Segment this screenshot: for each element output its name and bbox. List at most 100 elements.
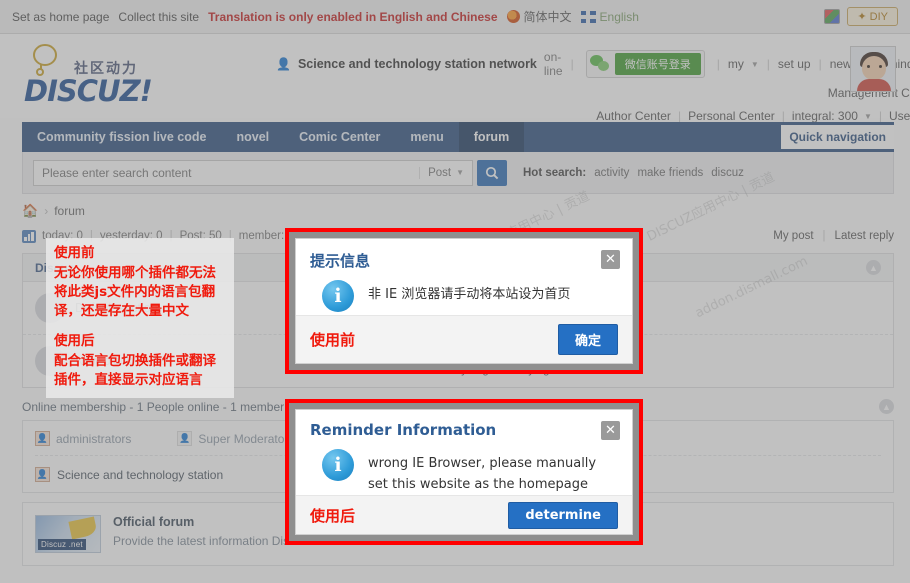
china-flag-icon — [506, 10, 520, 23]
divider: | — [818, 57, 822, 71]
modal-chinese-message: 非 IE 浏览器请手动将本站设为首页 — [368, 287, 571, 302]
language-chinese-option[interactable]: 简体中文 — [506, 8, 572, 25]
modal-english-message: wrong IE Browser, please manually set th… — [368, 456, 597, 493]
wechat-login-button[interactable]: 微信账号登录 — [585, 50, 705, 78]
header-link-my[interactable]: my — [728, 57, 744, 71]
chevron-down-icon: ▼ — [750, 59, 759, 69]
modal-chinese-footer: 使用前 确定 — [296, 315, 632, 363]
user-icon: 👤 — [276, 57, 291, 71]
search-type-label: Post — [428, 166, 452, 179]
modal-chinese-inner: 提示信息 ✕ i 非 IE 浏览器请手动将本站设为首页 使用前 确定 — [295, 238, 633, 364]
breadcrumb: 🏠 › forum — [22, 203, 894, 219]
nav-item-comic-center[interactable]: Comic Center — [284, 122, 395, 152]
main-navigation: Community fission live code novel Comic … — [22, 122, 894, 152]
header-right: 👤 Science and technology station network… — [262, 42, 910, 123]
modal-english-body: i wrong IE Browser, please manually set … — [296, 440, 632, 495]
wechat-login-label: 微信账号登录 — [614, 53, 701, 75]
color-palette-icon[interactable] — [824, 9, 841, 24]
official-forum-title[interactable]: Official forum — [113, 515, 289, 529]
official-forum-text: Official forum Provide the latest inform… — [113, 515, 289, 553]
my-post-link[interactable]: My post — [773, 230, 813, 242]
annotation-before-heading: 使用前 — [54, 245, 95, 261]
confirm-button[interactable]: 确定 — [557, 324, 618, 355]
collapse-icon[interactable]: ▲ — [879, 399, 894, 414]
info-icon: i — [322, 449, 354, 481]
uk-flag-icon — [580, 10, 596, 23]
logo-wave-shape — [68, 516, 98, 540]
divider: | — [716, 57, 720, 71]
modal-chinese-title: 提示信息 — [310, 252, 371, 270]
latest-reply-link[interactable]: Latest reply — [835, 230, 894, 242]
breadcrumb-current[interactable]: forum — [54, 204, 85, 218]
chevron-down-icon: ▼ — [863, 111, 872, 121]
header-link-user-group[interactable]: User group: administrators — [889, 109, 910, 123]
search-icon — [485, 166, 499, 179]
avatar-eye-right — [879, 65, 882, 68]
search-bar: Post ▼ Hot search: activity make friends… — [22, 152, 894, 194]
avatar-face — [862, 56, 886, 80]
divider: | — [822, 230, 826, 242]
modal-dialog-english: Reminder Information ✕ i wrong IE Browse… — [285, 399, 643, 545]
close-icon[interactable]: ✕ — [601, 421, 620, 440]
user-badge-icon: 👤 — [35, 467, 50, 482]
language-english-option[interactable]: English — [580, 10, 639, 24]
annotation-after-heading: 使用后 — [54, 332, 95, 349]
modal-english-title: Reminder Information — [310, 421, 497, 439]
modal-chinese-body: i 非 IE 浏览器请手动将本站设为首页 — [296, 271, 632, 315]
nav-item-forum[interactable]: forum — [458, 122, 525, 152]
close-icon[interactable]: ✕ — [601, 250, 620, 269]
top-utility-bar: Set as home page Collect this site Trans… — [0, 0, 910, 34]
discuz-net-logo-icon: Discuz .net — [35, 515, 101, 553]
user-group-administrators[interactable]: 👤 administrators — [35, 431, 131, 446]
collect-this-site-link[interactable]: Collect this site — [118, 10, 199, 24]
user-group-label: administrators — [56, 431, 132, 446]
wechat-icon — [589, 55, 611, 73]
online-status-label: on-line — [543, 50, 563, 78]
home-icon[interactable]: 🏠 — [22, 203, 38, 219]
annotation-before-text: 无论你使用哪个插件都无法将此类js文件内的语言包翻译，还是存在大量中文 — [54, 265, 216, 320]
search-type-selector[interactable]: Post ▼ — [419, 166, 472, 179]
quick-navigation-button[interactable]: Quick navigation — [781, 125, 894, 149]
hot-search-item-discuz[interactable]: discuz — [711, 167, 744, 179]
user-avatar[interactable] — [850, 46, 896, 92]
site-title: Science and technology station network — [297, 57, 537, 71]
hot-search-item-activity[interactable]: activity — [594, 167, 629, 179]
header-link-author-center[interactable]: Author Center — [596, 109, 671, 123]
divider: | — [781, 109, 785, 123]
search-box: Post ▼ — [33, 159, 473, 186]
header-link-personal-center[interactable]: Personal Center — [688, 109, 775, 123]
nav-item-menu[interactable]: menu — [395, 122, 458, 152]
avatar-body — [857, 79, 891, 91]
hot-search-item-make-friends[interactable]: make friends — [637, 167, 703, 179]
annotation-before-label: 使用前 — [310, 331, 356, 349]
diy-button[interactable]: ✦ DIY — [847, 7, 898, 26]
search-input[interactable] — [34, 160, 420, 185]
nav-item-community-fission-live-code[interactable]: Community fission live code — [22, 122, 221, 152]
collapse-icon[interactable]: ▲ — [866, 260, 881, 275]
search-submit-button[interactable] — [477, 159, 507, 186]
modal-chinese-titlebar: 提示信息 ✕ — [296, 239, 632, 271]
hot-search: Hot search: activity make friends discuz — [523, 167, 744, 179]
modal-dialog-chinese: 提示信息 ✕ i 非 IE 浏览器请手动将本站设为首页 使用前 确定 — [285, 228, 643, 374]
chevron-down-icon: ▼ — [456, 168, 464, 177]
modal-english-footer: 使用后 determine — [296, 495, 632, 534]
divider: | — [766, 57, 770, 71]
avatar-eye-left — [867, 65, 870, 68]
annotation-callout: 使用前 无论你使用哪个插件都无法将此类js文件内的语言包翻译，还是存在大量中文 … — [46, 238, 234, 399]
chart-icon — [22, 229, 36, 243]
user-badge-icon: 👤 — [35, 431, 50, 446]
nav-item-novel[interactable]: novel — [221, 122, 284, 152]
annotation-after-label: 使用后 — [310, 506, 356, 525]
header-link-integral[interactable]: integral: 300 — [792, 109, 858, 123]
determine-button[interactable]: determine — [508, 501, 618, 529]
site-logo[interactable]: 社区动力 DISCUZ! — [22, 42, 262, 118]
page-root: Set as home page Collect this site Trans… — [0, 0, 910, 583]
set-as-home-page-link[interactable]: Set as home page — [12, 10, 109, 24]
official-forum-description: Provide the latest information Dis — [113, 534, 290, 548]
user-group-super-moderator[interactable]: 👤 Super Moderator — [177, 431, 288, 446]
site-header: 社区动力 DISCUZ! 👤 Science and technology st… — [0, 34, 910, 123]
online-member-name[interactable]: Science and technology station — [57, 468, 223, 482]
annotation-after-text: 配合语言包切换插件或翻译插件，直接显示对应语言 — [54, 352, 216, 388]
modal-english-inner: Reminder Information ✕ i wrong IE Browse… — [295, 409, 633, 535]
header-link-set-up[interactable]: set up — [778, 57, 811, 71]
